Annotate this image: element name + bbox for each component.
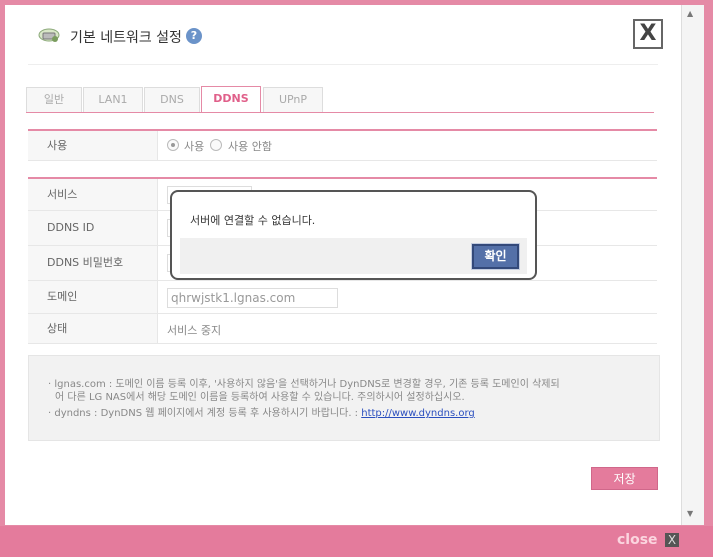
ddns-password-label: DDNS 비밀번호 xyxy=(28,246,157,280)
note-lgnas-line1: · lgnas.com : 도메인 이름 등록 이후, '사용하지 않음'을 선… xyxy=(48,379,560,390)
row-divider xyxy=(28,160,657,161)
help-icon[interactable]: ? xyxy=(186,28,202,44)
save-button[interactable]: 저장 xyxy=(591,467,658,490)
status-value: 서비스 중지 xyxy=(167,324,222,337)
dialog-message: 서버에 연결할 수 없습니다. xyxy=(190,214,316,227)
usage-label: 사용 xyxy=(28,131,157,160)
domain-label: 도메인 xyxy=(28,281,157,313)
network-drive-icon xyxy=(38,28,60,42)
status-label: 상태 xyxy=(28,314,157,343)
arrow-down-icon[interactable]: ▼ xyxy=(687,509,693,518)
close-icon[interactable]: X xyxy=(665,533,679,547)
page-title: 기본 네트워크 설정 xyxy=(70,30,182,46)
tab-lan1[interactable]: LAN1 xyxy=(83,87,143,112)
ok-button[interactable]: 확인 xyxy=(471,243,520,270)
domain-input[interactable]: qhrwjstk1.lgnas.com xyxy=(167,288,338,308)
usage-on-label: 사용 xyxy=(184,140,205,153)
close-button[interactable]: X xyxy=(633,19,663,49)
tab-general[interactable]: 일반 xyxy=(26,87,82,112)
tab-underline xyxy=(26,112,654,113)
row-divider xyxy=(28,343,657,344)
ddns-id-label: DDNS ID xyxy=(28,211,157,245)
note-dyndns-text: · dyndns : DynDNS 웹 페이지에서 계정 등록 후 사용하시기 … xyxy=(48,408,362,419)
arrow-up-icon[interactable]: ▲ xyxy=(687,9,693,18)
service-label: 서비스 xyxy=(28,179,157,210)
usage-on-radio[interactable] xyxy=(167,139,179,151)
column-divider xyxy=(157,131,158,160)
usage-off-radio[interactable] xyxy=(210,139,222,151)
note-lgnas-line2: 어 다른 LG NAS에서 해당 도메인 이름을 등록하여 사용할 수 있습니다… xyxy=(55,392,465,403)
column-divider xyxy=(157,179,158,343)
usage-off-label: 사용 안함 xyxy=(228,140,272,153)
title-divider xyxy=(28,64,658,65)
scrollbar[interactable]: ▲ ▼ xyxy=(681,5,704,525)
footer-close-button[interactable]: close xyxy=(617,532,658,548)
footer-bar xyxy=(0,526,713,557)
note-dyndns: · dyndns : DynDNS 웹 페이지에서 계정 등록 후 사용하시기 … xyxy=(48,407,648,420)
tab-dns[interactable]: DNS xyxy=(144,87,200,112)
tab-ddns[interactable]: DDNS xyxy=(201,86,261,113)
tab-upnp[interactable]: UPnP xyxy=(263,87,323,112)
note-lgnas: · lgnas.com : 도메인 이름 등록 이후, '사용하지 않음'을 선… xyxy=(48,378,648,404)
dyndns-link[interactable]: http://www.dyndns.org xyxy=(361,408,475,419)
error-dialog: 서버에 연결할 수 없습니다. 확인 xyxy=(170,190,537,280)
